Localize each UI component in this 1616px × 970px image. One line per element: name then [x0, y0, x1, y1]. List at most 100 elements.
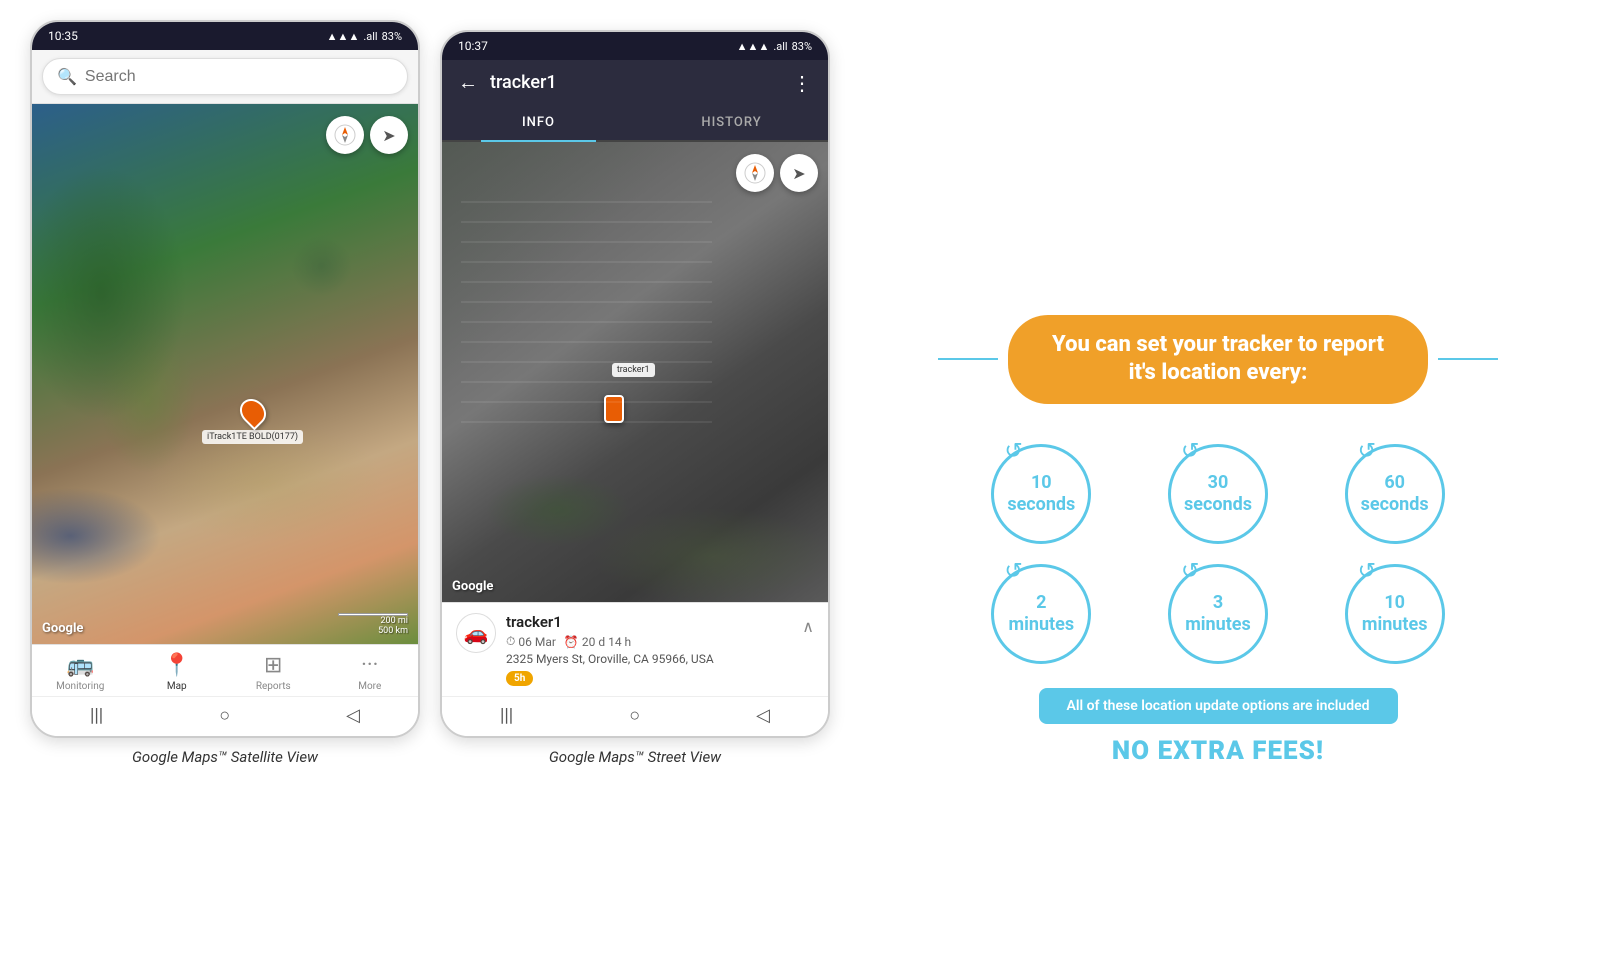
circle-2min: 2 minutes: [968, 564, 1115, 664]
location-icon: ➤: [382, 126, 395, 145]
bottom-nav-1: 🚌 Monitoring 📍 Map ⊞ Reports ··· More: [32, 644, 418, 696]
google-logo-2: Google: [452, 579, 493, 594]
location-button-2[interactable]: ➤: [780, 154, 818, 192]
signal-icon-1: ▲▲▲: [327, 30, 360, 43]
recents-gesture-2[interactable]: ◁: [756, 705, 770, 726]
phone1-caption: Google Maps™ Satellite View: [132, 748, 318, 766]
street-map[interactable]: ➤ tracker1 Google: [442, 142, 828, 602]
signal-icon-2: ▲▲▲: [737, 40, 770, 53]
tab-info-label: INFO: [522, 115, 555, 130]
car-marker: [604, 395, 624, 423]
search-bar-area: 🔍: [32, 50, 418, 104]
header-title: tracker1: [490, 72, 780, 93]
circle-text-30sec: 30 seconds: [1184, 472, 1252, 515]
home-bar-1: ||| ○ ◁: [32, 696, 418, 736]
collapse-button[interactable]: ∧: [802, 613, 814, 636]
nav-reports[interactable]: ⊞ Reports: [243, 653, 303, 692]
map-scale-1: 200 mi 500 km: [338, 613, 408, 636]
reports-icon: ⊞: [264, 653, 282, 678]
no-fees-label: NO EXTRA FEES!: [1112, 736, 1324, 766]
circle-10sec: 10 seconds: [968, 444, 1115, 544]
monitoring-icon: 🚌: [67, 653, 94, 678]
phone-satellite: 10:35 ▲▲▲ .all 83% 🔍: [30, 20, 420, 738]
marker-label: iTrack1TE BOLD(0177): [202, 430, 303, 444]
circle-60sec: 60 seconds: [1321, 444, 1468, 544]
ring-30sec: 30 seconds: [1168, 444, 1268, 544]
phone2-caption: Google Maps™ Street View: [549, 748, 721, 766]
network-label-1: .all: [363, 30, 377, 43]
nav-map-label: Map: [167, 681, 187, 692]
circle-30sec: 30 seconds: [1145, 444, 1292, 544]
home-gesture-1[interactable]: ○: [219, 705, 230, 726]
search-box[interactable]: 🔍: [42, 58, 408, 95]
ring-60sec: 60 seconds: [1345, 444, 1445, 544]
nav-more[interactable]: ··· More: [340, 653, 400, 692]
scale-label-200mi: 200 mi: [381, 616, 409, 626]
ring-10min: 10 minutes: [1345, 564, 1445, 664]
time-2: 10:37: [458, 39, 488, 53]
marker-icon: [234, 394, 271, 431]
tracker-avatar: 🚗: [456, 613, 496, 653]
compass-button-2[interactable]: [736, 154, 774, 192]
clock-icon: ⏱: [506, 634, 515, 649]
tracker-name: tracker1: [506, 613, 792, 631]
nav-map[interactable]: 📍 Map: [147, 653, 207, 692]
status-bar-2: 10:37 ▲▲▲ .all 83%: [442, 32, 828, 60]
tracker-date: ⏱ 06 Mar: [506, 634, 556, 649]
nav-more-label: More: [358, 681, 381, 692]
tracker-badge: 5h: [506, 671, 533, 686]
circle-text-60sec: 60 seconds: [1361, 472, 1429, 515]
info-headline: You can set your tracker to report it's …: [1008, 315, 1428, 404]
scale-label-500km: 500 km: [378, 626, 408, 636]
status-icons-1: ▲▲▲ .all 83%: [327, 30, 402, 43]
circle-3min: 3 minutes: [1145, 564, 1292, 664]
status-icons-2: ▲▲▲ .all 83%: [737, 40, 812, 53]
nav-reports-label: Reports: [256, 681, 291, 692]
circle-10min: 10 minutes: [1321, 564, 1468, 664]
circle-text-2min: 2 minutes: [1009, 592, 1075, 635]
tracker-address: 2325 Myers St, Oroville, CA 95966, USA: [506, 652, 792, 666]
nav-monitoring[interactable]: 🚌 Monitoring: [50, 653, 110, 692]
battery-2: 83%: [792, 40, 812, 53]
tracker-map-label: tracker1: [612, 363, 655, 377]
map-icon: 📍: [163, 653, 190, 678]
tab-history[interactable]: HISTORY: [635, 105, 828, 140]
more-button[interactable]: ⋮: [792, 71, 812, 95]
back-gesture-1[interactable]: |||: [90, 705, 103, 726]
circle-text-10min: 10 minutes: [1362, 592, 1428, 635]
timer-icon: ⏰: [564, 635, 579, 649]
app-tabs: INFO HISTORY: [442, 105, 828, 142]
circle-text-10sec: 10 seconds: [1007, 472, 1075, 515]
circle-text-3min: 3 minutes: [1185, 592, 1251, 635]
tracker-meta: ⏱ 06 Mar ⏰ 20 d 14 h: [506, 634, 792, 649]
search-icon: 🔍: [57, 67, 77, 86]
ring-3min: 3 minutes: [1168, 564, 1268, 664]
circles-grid: 10 seconds 30 seconds 60 secon: [958, 414, 1478, 684]
ring-10sec: 10 seconds: [991, 444, 1091, 544]
status-bar-1: 10:35 ▲▲▲ .all 83%: [32, 22, 418, 50]
tab-history-label: HISTORY: [701, 115, 761, 130]
app-header: ← tracker1 ⋮: [442, 60, 828, 105]
time-1: 10:35: [48, 29, 78, 43]
back-gesture-2[interactable]: |||: [500, 705, 513, 726]
truck-icon: 🚗: [464, 621, 489, 645]
location-button[interactable]: ➤: [370, 116, 408, 154]
recents-gesture-1[interactable]: ◁: [346, 705, 360, 726]
battery-1: 83%: [382, 30, 402, 43]
info-panel: You can set your tracker to report it's …: [850, 305, 1586, 766]
home-gesture-2[interactable]: ○: [629, 705, 640, 726]
network-label-2: .all: [773, 40, 787, 53]
more-icon: ···: [361, 653, 378, 678]
compass-button[interactable]: [326, 116, 364, 154]
back-button[interactable]: ←: [458, 70, 478, 95]
tracker-info-bar: 🚗 tracker1 ⏱ 06 Mar ⏰ 20 d 14 h: [442, 602, 828, 696]
satellite-map[interactable]: ➤ iTrack1TE BOLD(0177) Google 200 mi 500…: [32, 104, 418, 644]
tab-info[interactable]: INFO: [442, 105, 635, 140]
map-marker-satellite: iTrack1TE BOLD(0177): [202, 398, 303, 444]
nav-monitoring-label: Monitoring: [56, 681, 104, 692]
search-input[interactable]: [85, 68, 393, 86]
tracker-details: tracker1 ⏱ 06 Mar ⏰ 20 d 14 h 2325 Myers…: [506, 613, 792, 686]
google-logo-1: Google: [42, 621, 83, 636]
footer-banner: All of these location update options are…: [1039, 688, 1398, 724]
phone-tracker: 10:37 ▲▲▲ .all 83% ← tracker1 ⋮ INFO: [440, 30, 830, 738]
